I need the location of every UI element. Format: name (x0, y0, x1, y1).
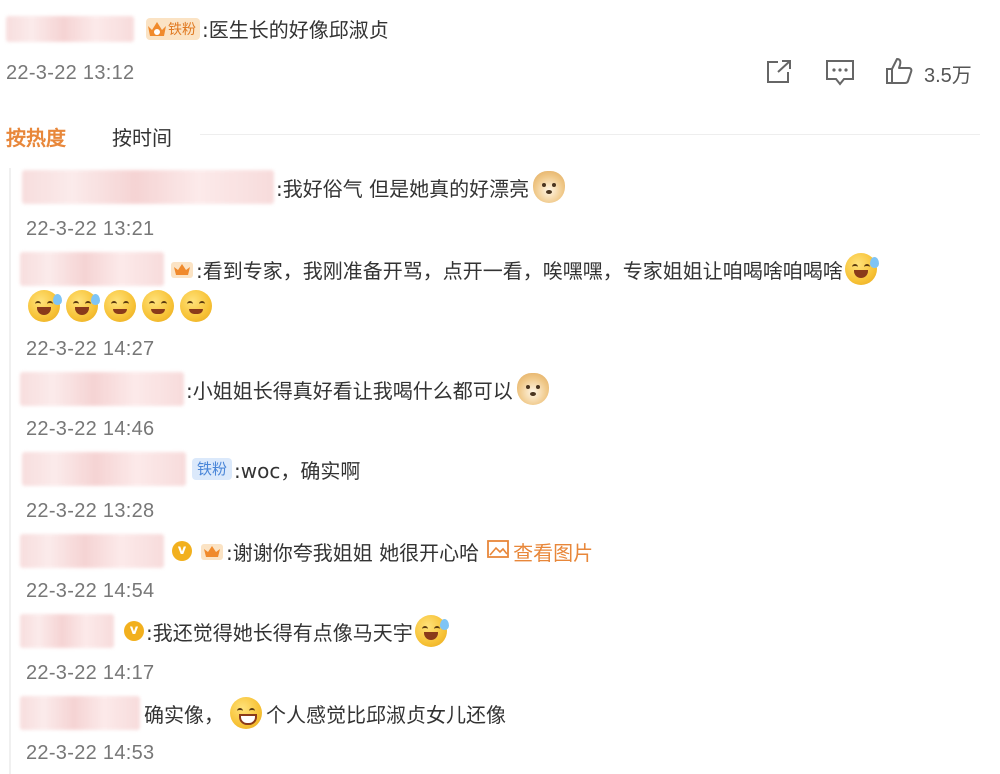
reply-author-name[interactable] (22, 452, 186, 486)
reply-time: 22-3-22 14:46 (26, 418, 155, 440)
reply-text: :看到专家，我刚准备开骂，点开一看，唉嘿嘿，专家姐姐让咱喝啥咱喝啥 (196, 258, 843, 283)
fan-badge: 铁粉 (146, 17, 200, 40)
doge-blush-emoji-icon (533, 171, 566, 203)
reply-text: :woc，确实啊 (234, 458, 361, 483)
view-image-label: 查看图片 (513, 540, 594, 565)
tab-sort-time[interactable]: 按时间 (112, 122, 172, 151)
reply-row: :看到专家，我刚准备开骂，点开一看，唉嘿嘿，专家姐姐让咱喝啥咱喝啥 (20, 252, 879, 286)
reply-author-name[interactable] (20, 534, 164, 568)
moved-crying-emoji-icon (104, 290, 136, 322)
reply-author-name[interactable] (20, 696, 140, 730)
comment-icon[interactable] (824, 58, 856, 92)
image-icon (487, 539, 510, 563)
share-icon[interactable] (764, 58, 794, 90)
like-count: 3.5万 (924, 64, 972, 87)
reply-text: :谢谢你夸我姐姐 她很开心哈 (226, 540, 480, 565)
reply-row: :小姐姐长得真好看让我喝什么都可以 (20, 372, 549, 406)
post-time: 22-3-22 13:12 (6, 62, 135, 84)
tabs-divider (200, 134, 980, 135)
crown-icon (146, 19, 168, 39)
reply-time: 22-3-22 14:53 (26, 742, 155, 764)
reply-row: v :我还觉得她长得有点像马天宇 (20, 614, 449, 648)
reply-text: :我好俗气 但是她真的好漂亮 (276, 176, 530, 201)
like-button[interactable]: 3.5万 (884, 56, 972, 90)
verified-icon: v (172, 541, 192, 561)
reply-time: 22-3-22 14:17 (26, 662, 155, 684)
post-author-row: 铁粉 :医生长的好像邱淑贞 (6, 14, 389, 43)
verified-icon: v (124, 621, 144, 641)
post-author-name[interactable] (6, 15, 134, 42)
reply-author-name[interactable] (22, 170, 274, 204)
doge-emoji-icon (516, 373, 549, 405)
reply-row: v :谢谢你夸我姐姐 她很开心哈 查看图片 (20, 534, 593, 568)
emoji-row (26, 290, 212, 322)
post-text: :医生长的好像邱淑贞 (202, 18, 389, 42)
laugh-cry-emoji-icon (414, 615, 449, 647)
tears-of-joy-emoji-icon (844, 253, 879, 285)
view-image-link[interactable]: 查看图片 (487, 537, 593, 566)
reply-author-name[interactable] (20, 252, 164, 286)
reply-row: 确实像， 个人感觉比邱淑贞女儿还像 (20, 696, 506, 730)
replies-left-rule (9, 168, 11, 774)
reply-text-before: 确实像， (144, 702, 224, 727)
reply-text: :我还觉得她长得有点像马天宇 (146, 620, 413, 645)
thumbs-up-icon (884, 56, 914, 90)
tears-of-joy-emoji-icon (28, 290, 62, 322)
crown-icon (200, 540, 224, 562)
fan-badge-label: 铁粉 (168, 21, 196, 38)
reply-time: 22-3-22 14:54 (26, 580, 155, 602)
reply-time: 22-3-22 13:28 (26, 500, 155, 522)
fan-badge-label: 铁粉 (192, 458, 233, 480)
moved-crying-emoji-icon (142, 290, 174, 322)
reply-time: 22-3-22 14:27 (26, 338, 155, 360)
tears-of-joy-emoji-icon (66, 290, 100, 322)
reply-author-name[interactable] (20, 372, 184, 406)
reply-row: :我好俗气 但是她真的好漂亮 (22, 170, 566, 204)
reply-time: 22-3-22 13:21 (26, 218, 155, 240)
grin-emoji-icon (230, 697, 262, 729)
crown-icon (170, 258, 194, 280)
reply-row: 铁粉 :woc，确实啊 (22, 452, 360, 486)
reply-author-name[interactable] (20, 614, 114, 648)
tab-sort-hot[interactable]: 按热度 (6, 122, 66, 151)
reply-text: :小姐姐长得真好看让我喝什么都可以 (186, 378, 513, 403)
moved-crying-emoji-icon (180, 290, 212, 322)
reply-text-after: 个人感觉比邱淑贞女儿还像 (266, 702, 506, 727)
